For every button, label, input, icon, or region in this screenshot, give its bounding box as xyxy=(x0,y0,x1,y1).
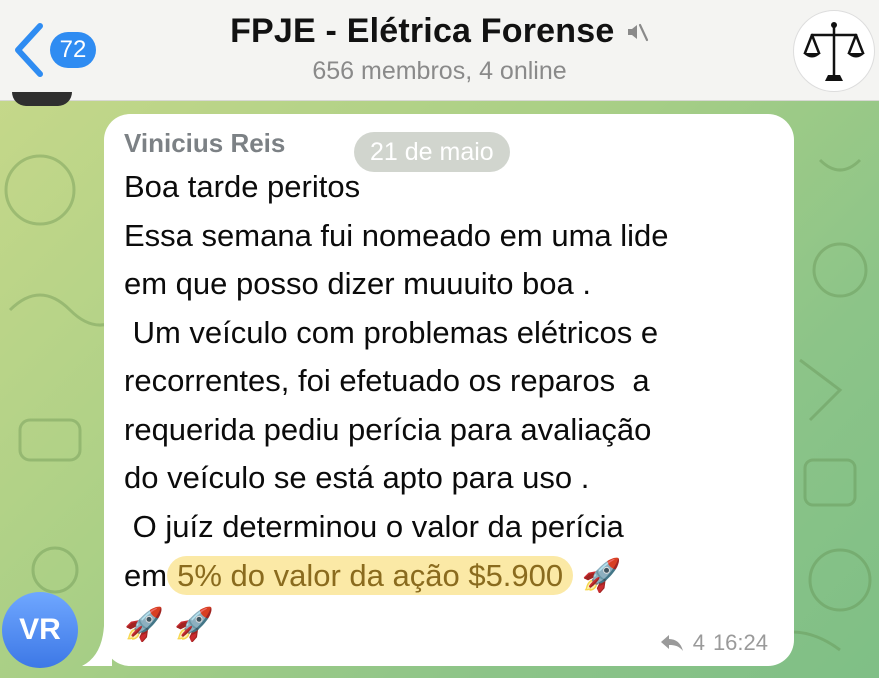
message-line-highlighted: em 5% do valor da ação $5.900 🚀 xyxy=(124,551,772,600)
muted-speaker-icon xyxy=(627,23,649,41)
message-line: recorrentes, foi efetuado os reparos a xyxy=(124,363,650,398)
scales-of-justice-icon xyxy=(803,22,865,81)
chevron-left-icon xyxy=(15,23,43,77)
sender-name[interactable]: Vinicius Reis xyxy=(124,128,285,159)
message-line: Essa semana fui nomeado em uma lide xyxy=(124,217,669,253)
message-line: do veículo se está apto para uso . xyxy=(124,460,590,495)
date-separator-badge: 21 de maio xyxy=(354,132,510,172)
chat-title: FPJE - Elétrica Forense xyxy=(230,12,615,50)
last-line-prefix: em xyxy=(124,558,168,593)
message-meta: 4 16:24 xyxy=(659,630,768,656)
sender-avatar[interactable]: VR xyxy=(2,592,78,668)
message-bubble[interactable]: Vinicius Reis 21 de maio Boa tarde perit… xyxy=(104,114,794,666)
message-line: O juíz determinou o valor da perícia xyxy=(124,508,624,544)
rocket-emoji: 🚀 xyxy=(581,556,622,594)
chat-title-area[interactable]: FPJE - Elétrica Forense 656 membros, 4 o… xyxy=(140,12,739,86)
back-button[interactable]: 72 xyxy=(6,18,116,84)
message-time: 16:24 xyxy=(712,630,768,655)
previous-message-edge xyxy=(12,92,72,106)
group-avatar[interactable] xyxy=(793,10,875,92)
chat-header: 72 FPJE - Elétrica Forense 656 membros, … xyxy=(0,0,879,101)
message-line: em que posso dizer muuuito boa . xyxy=(124,266,591,301)
reply-count[interactable]: 4 xyxy=(693,630,705,656)
highlighted-text: 5% do valor da ação $5.900 xyxy=(167,556,574,595)
reply-arrow-icon[interactable] xyxy=(659,633,685,653)
chat-subtitle: 656 membros, 4 online xyxy=(312,57,567,85)
message-text: Boa tarde peritos Essa semana fui nomead… xyxy=(124,163,772,648)
message-line: Um veículo com problemas elétricos e xyxy=(124,314,659,350)
unread-count-badge: 72 xyxy=(50,32,96,68)
message-line: requerida pediu perícia para avaliação xyxy=(124,411,652,447)
